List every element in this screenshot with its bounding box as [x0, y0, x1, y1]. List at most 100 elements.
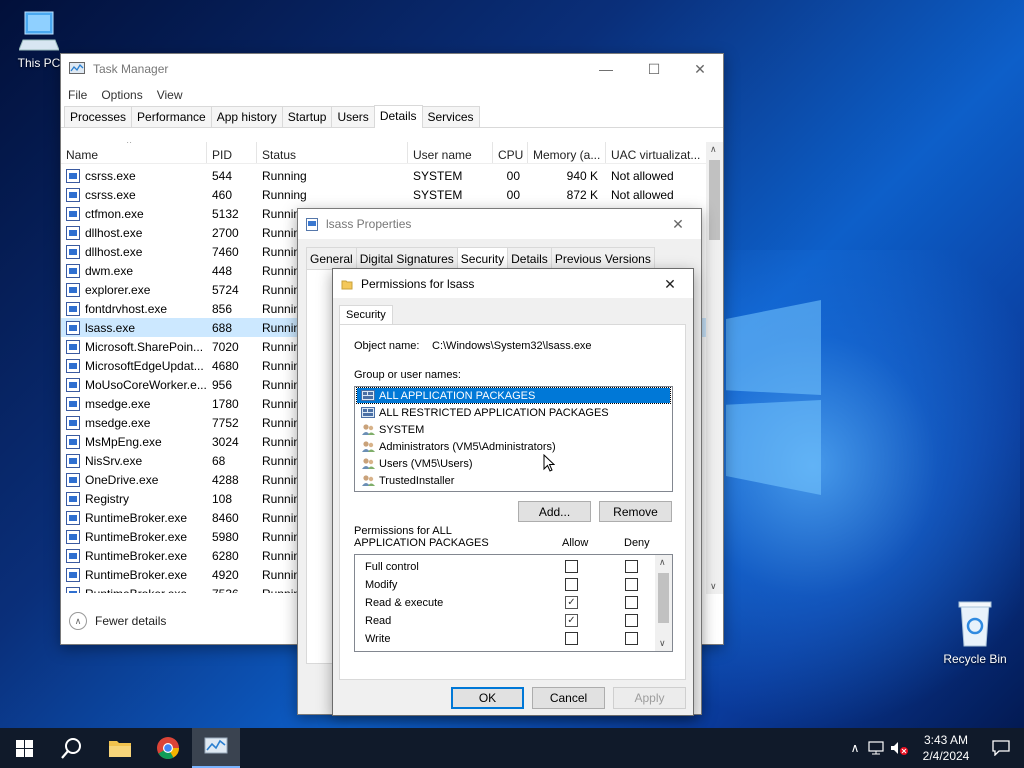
users-icon [362, 458, 375, 469]
permissions-scrollbar[interactable]: ∧ ∨ [655, 555, 672, 651]
this-pc-label: This PC [17, 56, 61, 70]
tab-details[interactable]: Details [373, 105, 423, 128]
column-user-name[interactable]: User name [408, 142, 493, 163]
group-name: ALL APPLICATION PACKAGES [379, 389, 536, 402]
fewer-details-button[interactable]: ∧ Fewer details [69, 612, 166, 630]
apply-button: Apply [613, 687, 686, 709]
search-button[interactable] [48, 728, 96, 768]
deny-checkbox[interactable] [625, 560, 638, 573]
deny-checkbox[interactable] [625, 578, 638, 591]
column-cpu[interactable]: CPU [493, 142, 528, 163]
scroll-up-icon[interactable]: ∧ [710, 144, 717, 155]
ok-button[interactable]: OK [451, 687, 524, 709]
deny-checkbox[interactable] [625, 596, 638, 609]
process-icon [66, 586, 80, 593]
permissions-title: Permissions for lsass [361, 276, 475, 291]
column-memory[interactable]: Memory (a... [528, 142, 606, 163]
task-manager-taskbar-button[interactable] [192, 728, 240, 768]
windows-logo-icon [15, 739, 33, 757]
scroll-down-icon[interactable]: ∨ [659, 638, 666, 649]
cancel-button[interactable]: Cancel [532, 687, 605, 709]
scroll-down-icon[interactable]: ∨ [710, 581, 717, 592]
taskbar-clock[interactable]: 3:43 AM 2/4/2024 [910, 732, 982, 764]
process-row[interactable]: csrss.exe 460 Running SYSTEM 00 872 K Not allo… [61, 185, 709, 204]
tab-security[interactable]: Security [339, 305, 393, 324]
add-button[interactable]: Add... [518, 501, 591, 522]
tab-services[interactable]: Services [421, 106, 480, 127]
chevron-up-icon[interactable]: ∧ [844, 741, 866, 755]
maximize-button[interactable]: ☐ [631, 54, 677, 84]
start-button[interactable] [0, 728, 48, 768]
column-uac-virtualization[interactable]: UAC virtualizat... [606, 142, 709, 163]
process-name: MoUsoCoreWorker.e... [85, 377, 207, 392]
notification-icon[interactable] [992, 740, 1010, 756]
tab-app-history[interactable]: App history [210, 106, 283, 127]
package-group-icon [361, 390, 375, 401]
process-name: RuntimeBroker.exe [85, 510, 188, 525]
process-name-cell: dllhost.exe [61, 225, 207, 240]
group-list-item[interactable]: Users (VM5\Users) [355, 455, 672, 472]
network-icon[interactable] [866, 740, 888, 756]
tab-security[interactable]: Security [456, 247, 509, 270]
process-pid: 7460 [212, 244, 239, 259]
tab-users[interactable]: Users [331, 106, 375, 127]
tab-startup[interactable]: Startup [281, 106, 333, 127]
close-button[interactable]: ✕ [655, 209, 701, 239]
close-button[interactable]: ✕ [647, 269, 693, 299]
process-name-cell: RuntimeBroker.exe [61, 529, 207, 544]
column-name[interactable]: ^ Name [61, 142, 207, 163]
process-pid: 4288 [212, 472, 239, 487]
deny-checkbox[interactable] [625, 632, 638, 645]
allow-checkbox[interactable] [565, 578, 578, 591]
tab-processes[interactable]: Processes [64, 106, 133, 127]
menu-options[interactable]: Options [101, 88, 142, 102]
process-name-cell: MicrosoftEdgeUpdat... [61, 358, 207, 373]
process-memory: 940 K [566, 168, 598, 183]
volume-muted-icon[interactable] [888, 740, 910, 756]
permissions-titlebar[interactable]: Permissions for lsass ✕ [333, 269, 693, 298]
menu-file[interactable]: File [68, 88, 87, 102]
tab-performance[interactable]: Performance [131, 106, 212, 127]
task-manager-titlebar[interactable]: Task Manager — ☐ ✕ [61, 54, 723, 84]
lsass-properties-titlebar[interactable]: lsass Properties ✕ [298, 209, 701, 239]
process-name: dllhost.exe [85, 244, 143, 259]
group-list-item[interactable]: SYSTEM [355, 421, 672, 438]
close-button[interactable]: ✕ [677, 54, 723, 84]
scrollbar-thumb[interactable] [709, 160, 720, 240]
group-list-item[interactable]: TrustedInstaller [355, 472, 672, 489]
process-list-scrollbar[interactable]: ∧ ∨ [706, 142, 723, 594]
menu-view[interactable]: View [157, 88, 183, 102]
group-list-item[interactable]: Administrators (VM5\Administrators) [355, 438, 672, 455]
process-icon [66, 472, 80, 487]
group-user-list[interactable]: ALL APPLICATION PACKAGES ALL RESTRICTED A… [354, 386, 673, 492]
tab-general[interactable]: General [306, 247, 357, 270]
tab-digital-signatures[interactable]: Digital Signatures [355, 247, 458, 270]
process-row[interactable]: csrss.exe 544 Running SYSTEM 00 940 K Not allo… [61, 166, 709, 185]
minimize-button[interactable]: — [583, 54, 629, 84]
allow-checkbox[interactable] [565, 632, 578, 645]
allow-checkbox[interactable]: ✓ [565, 614, 578, 627]
scroll-up-icon[interactable]: ∧ [659, 557, 666, 568]
column-status[interactable]: Status [257, 142, 408, 163]
folder-icon [341, 280, 353, 289]
column-pid[interactable]: PID [207, 142, 257, 163]
chrome-icon [157, 737, 179, 759]
scrollbar-thumb[interactable] [658, 573, 669, 623]
remove-button[interactable]: Remove [599, 501, 672, 522]
process-pid: 5724 [212, 282, 239, 297]
recycle-bin-desktop-icon[interactable]: Recycle Bin [935, 600, 1015, 666]
process-user: SYSTEM [413, 187, 463, 202]
deny-checkbox[interactable] [625, 614, 638, 627]
process-name: MsMpEng.exe [85, 434, 162, 449]
group-list-item[interactable]: ALL RESTRICTED APPLICATION PACKAGES [355, 404, 672, 421]
group-list-item[interactable]: ALL APPLICATION PACKAGES [356, 387, 671, 404]
task-manager-tabs: Processes Performance App history Startu… [61, 105, 723, 128]
tab-details[interactable]: Details [507, 247, 552, 270]
permission-name: Write [365, 633, 391, 645]
tab-previous-versions[interactable]: Previous Versions [550, 247, 655, 270]
allow-checkbox[interactable]: ✓ [565, 596, 578, 609]
allow-checkbox[interactable] [565, 560, 578, 573]
recycle-bin-label: Recycle Bin [943, 652, 1007, 666]
file-explorer-taskbar-button[interactable] [96, 728, 144, 768]
chrome-taskbar-button[interactable] [144, 728, 192, 768]
